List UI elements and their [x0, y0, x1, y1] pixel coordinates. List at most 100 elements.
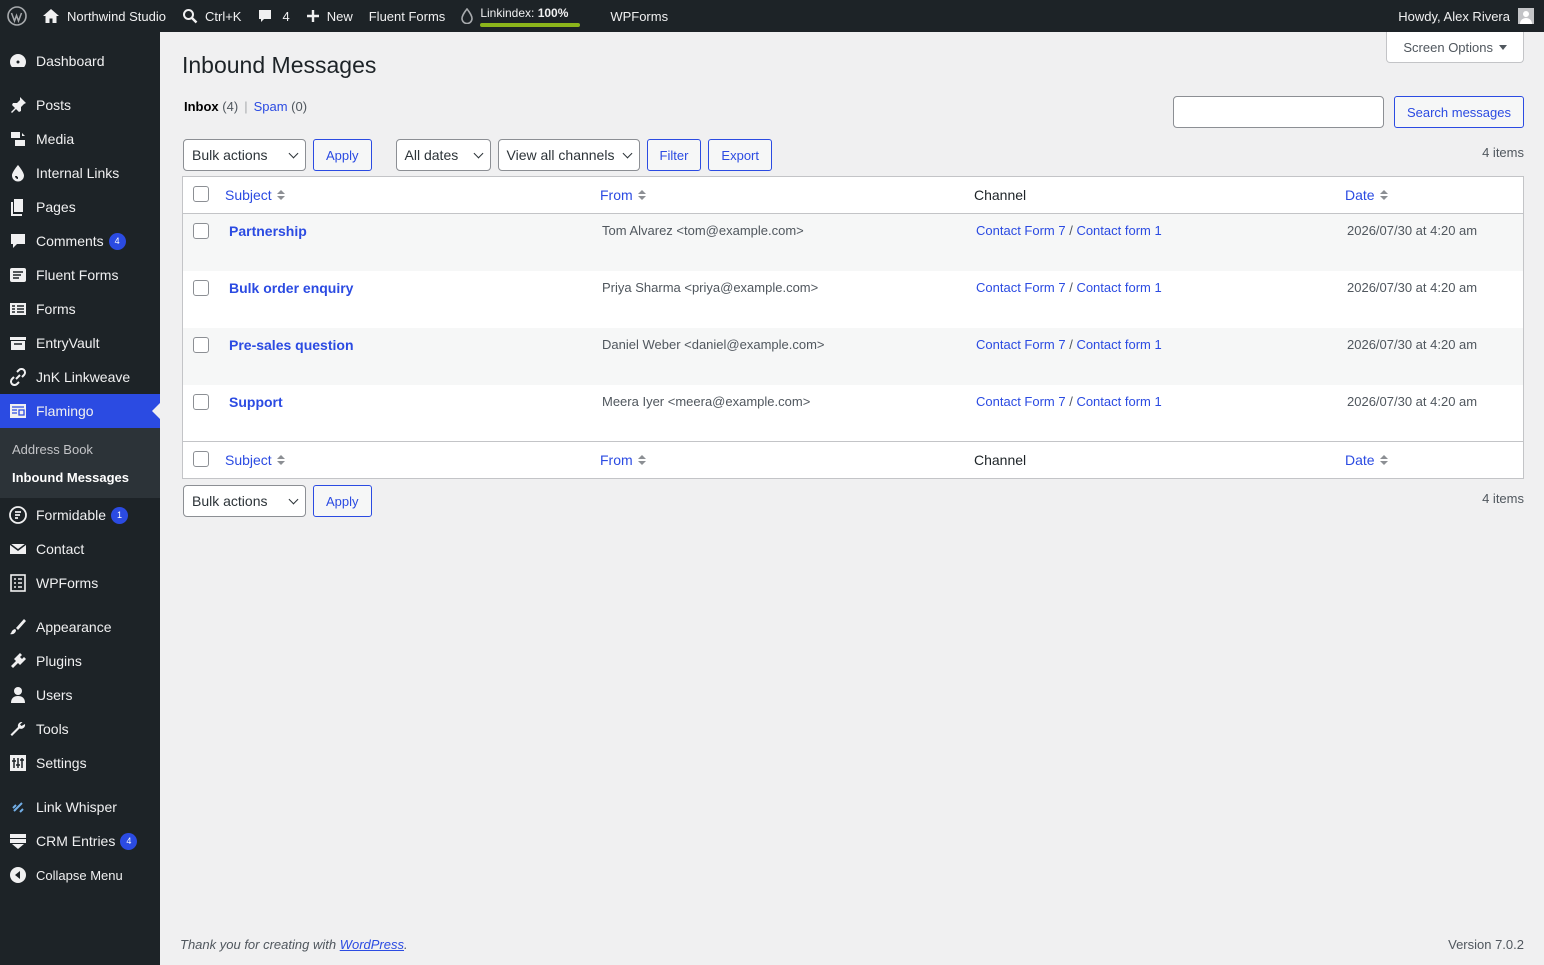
sort-from-link[interactable]: From [600, 187, 646, 203]
sidebar-item-fluent-forms[interactable]: Fluent Forms [0, 258, 160, 292]
filter-button[interactable]: Filter [646, 139, 702, 171]
dates-select[interactable]: All dates [395, 139, 491, 171]
subject-link[interactable]: Partnership [229, 223, 307, 239]
channel-link[interactable]: Contact Form 7 [976, 280, 1066, 295]
sidebar-item-pages[interactable]: Pages [0, 190, 160, 224]
sidebar-item-plugins[interactable]: Plugins [0, 644, 160, 678]
row-channel: Contact Form 7 / Contact form 1 [966, 328, 1337, 385]
sort-date-link-footer[interactable]: Date [1345, 452, 1388, 468]
sort-subject-link[interactable]: Subject [225, 187, 285, 203]
channels-label: View all channels [506, 147, 615, 163]
submenu-item-address-book[interactable]: Address Book [0, 436, 160, 464]
sidebar-item-users[interactable]: Users [0, 678, 160, 712]
sidebar-item-flamingo[interactable]: Flamingo [0, 394, 160, 428]
sidebar-item-jnk-linkweave[interactable]: JnK Linkweave [0, 360, 160, 394]
channel-link[interactable]: Contact Form 7 [976, 223, 1066, 238]
sort-arrows-icon [637, 190, 646, 200]
sidebar-item-label: CRM Entries [36, 833, 116, 849]
sidebar-item-link-whisper[interactable]: Link Whisper [0, 790, 160, 824]
wpforms-link[interactable]: WPForms [602, 0, 676, 32]
site-name-link[interactable]: Northwind Studio [34, 0, 174, 32]
channel-form-link[interactable]: Contact form 1 [1076, 394, 1161, 409]
sidebar-item-label: Appearance [36, 619, 112, 635]
select-all-checkbox[interactable] [193, 185, 209, 202]
sidebar-item-settings[interactable]: Settings [0, 746, 160, 780]
wrench-icon [0, 720, 36, 738]
column-date-label: Date [1345, 452, 1375, 468]
subject-link[interactable]: Support [229, 394, 283, 410]
sort-subject-link-footer[interactable]: Subject [225, 452, 285, 468]
channel-link[interactable]: Contact Form 7 [976, 394, 1066, 409]
collapse-menu-button[interactable]: Collapse Menu [0, 858, 160, 892]
chevron-down-icon [288, 494, 299, 504]
row-checkbox-cell [183, 385, 220, 442]
channel-form-link[interactable]: Contact form 1 [1076, 280, 1161, 295]
view-inbox[interactable]: Inbox (4) [184, 99, 238, 114]
fluent-forms-link[interactable]: Fluent Forms [361, 0, 454, 32]
sort-date-link[interactable]: Date [1345, 187, 1388, 203]
sidebar-item-media[interactable]: Media [0, 122, 160, 156]
row-checkbox[interactable] [193, 223, 209, 239]
sidebar-item-entryvault[interactable]: EntryVault [0, 326, 160, 360]
view-spam[interactable]: Spam (0) [254, 99, 307, 114]
subject-link[interactable]: Pre-sales question [229, 337, 354, 353]
sort-arrows-icon [1379, 455, 1388, 465]
sidebar-item-crm-entries[interactable]: CRM Entries 4 [0, 824, 160, 858]
submenu-item-inbound-messages[interactable]: Inbound Messages [0, 464, 160, 492]
select-all-checkbox-footer[interactable] [193, 450, 209, 467]
dates-label: All dates [404, 147, 459, 163]
sidebar-item-comments[interactable]: Comments 4 [0, 224, 160, 258]
wordpress-link[interactable]: WordPress [340, 937, 404, 952]
sidebar-item-label: Pages [36, 199, 76, 215]
screen-options-button[interactable]: Screen Options [1386, 32, 1524, 63]
linkindex-status[interactable]: Linkindex: 100% [453, 0, 588, 32]
sidebar-item-label: Posts [36, 97, 72, 113]
row-checkbox[interactable] [193, 393, 209, 410]
fluent-forms-label: Fluent Forms [368, 8, 446, 24]
main-content: Screen Options Inbound Messages Inbox (4… [160, 32, 1544, 965]
screen-options-label: Screen Options [1403, 39, 1493, 55]
channel-form-link[interactable]: Contact form 1 [1076, 223, 1161, 238]
account-menu[interactable]: Howdy, Alex Rivera [1390, 0, 1544, 32]
search-messages-button[interactable]: Search messages [1393, 96, 1524, 128]
mail-icon [0, 540, 36, 558]
comments-link[interactable]: 4 [249, 0, 297, 32]
wordpress-logo-icon[interactable] [0, 0, 34, 32]
search-input[interactable] [1172, 96, 1384, 128]
home-icon [42, 8, 60, 24]
sidebar-item-label: Collapse Menu [36, 867, 123, 883]
channels-select[interactable]: View all channels [497, 139, 640, 171]
new-content-link[interactable]: New [298, 0, 361, 32]
row-subject: Pre-sales question [219, 328, 592, 385]
sidebar-item-appearance[interactable]: Appearance [0, 610, 160, 644]
sidebar-item-internal-links[interactable]: Internal Links [0, 156, 160, 190]
column-subject: Subject [219, 176, 592, 214]
row-checkbox[interactable] [193, 336, 209, 353]
sidebar-item-contact[interactable]: Contact [0, 532, 160, 566]
sidebar-item-wpforms[interactable]: WPForms [0, 566, 160, 600]
bulk-actions-select-bottom[interactable]: Bulk actions [183, 485, 306, 517]
apply-button-bottom[interactable]: Apply [313, 485, 372, 517]
bulk-actions-select-top[interactable]: Bulk actions [183, 139, 306, 171]
sort-arrows-icon [637, 455, 646, 465]
sidebar-item-formidable[interactable]: Formidable 1 [0, 498, 160, 532]
sidebar-item-tools[interactable]: Tools [0, 712, 160, 746]
row-checkbox[interactable] [193, 279, 209, 296]
row-subject: Partnership [219, 214, 592, 271]
row-from: Meera Iyer <meera@example.com> [602, 393, 811, 409]
sidebar-item-dashboard[interactable]: Dashboard [0, 44, 160, 78]
channel-link[interactable]: Contact Form 7 [976, 337, 1066, 352]
sidebar-item-forms[interactable]: Forms [0, 292, 160, 326]
admin-footer: Thank you for creating with WordPress. V… [180, 937, 1524, 952]
sort-from-link-footer[interactable]: From [600, 452, 646, 468]
search-shortcut[interactable]: Ctrl+K [174, 0, 249, 32]
footer-thanks: Thank you for creating with WordPress. [180, 937, 408, 952]
channel-form-link[interactable]: Contact form 1 [1076, 337, 1161, 352]
comment-icon [257, 8, 273, 24]
page-title: Inbound Messages [182, 52, 377, 78]
apply-button-top[interactable]: Apply [313, 139, 372, 171]
export-button[interactable]: Export [708, 139, 772, 171]
sidebar-item-label: Formidable [36, 507, 107, 523]
sidebar-item-posts[interactable]: Posts [0, 88, 160, 122]
subject-link[interactable]: Bulk order enquiry [229, 280, 353, 296]
